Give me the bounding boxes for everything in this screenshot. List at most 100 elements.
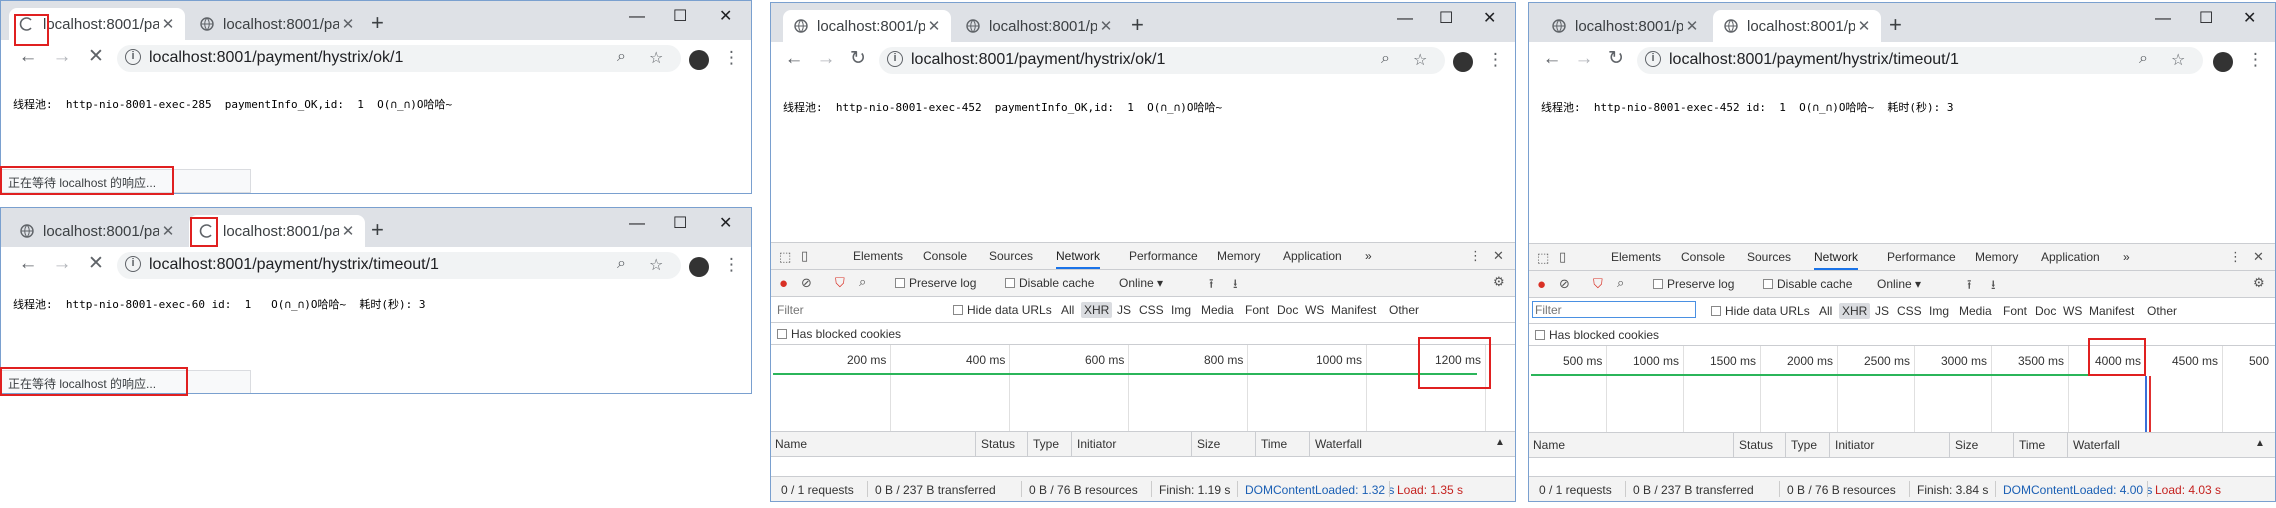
address-bar[interactable]: i localhost:8001/payment/hystrix/timeout… [1637,47,2203,74]
column-name[interactable]: Name [1533,438,1565,452]
hide-data-urls-checkbox[interactable]: Hide data URLs [1711,304,1810,318]
devtools-tab-elements[interactable]: Elements [853,249,903,263]
back-icon[interactable]: ← [17,46,39,68]
export-har-icon[interactable]: ⭳ [1233,275,1238,297]
zoom-icon[interactable]: ⌕ [617,255,626,273]
preserve-log-checkbox[interactable]: Preserve log [1653,277,1734,291]
devtools-tab-application[interactable]: Application [1283,249,1342,263]
menu-icon[interactable]: ⋮ [723,255,740,275]
throttling-select[interactable]: Online ▾ [1119,276,1163,290]
tab-close-icon[interactable]: ✕ [1097,17,1115,35]
type-filter-ws[interactable]: WS [1305,303,1324,317]
type-filter-media[interactable]: Media [1959,304,1992,318]
devtools-tab-memory[interactable]: Memory [1217,249,1260,263]
back-icon[interactable]: ← [17,253,39,275]
type-filter-doc[interactable]: Doc [1277,303,1298,317]
close-window-icon[interactable]: ✕ [719,9,732,25]
has-blocked-cookies-checkbox[interactable]: Has blocked cookies [1535,328,1659,342]
devtools-close-icon[interactable]: ✕ [1493,248,1504,264]
devtools-menu-icon[interactable]: ⋮ [2229,249,2242,265]
type-filter-js[interactable]: JS [1875,304,1889,318]
info-icon[interactable]: i [1645,51,1661,67]
devtools-tab-performance[interactable]: Performance [1129,249,1198,263]
type-filter-doc[interactable]: Doc [2035,304,2056,318]
export-har-icon[interactable]: ⭳ [1991,276,1996,298]
column-status[interactable]: Status [981,437,1015,451]
zoom-icon[interactable]: ⌕ [617,48,626,66]
address-url[interactable]: localhost:8001/payment/hystrix/ok/1 [911,51,1165,69]
type-filter-img[interactable]: Img [1929,304,1949,318]
bookmark-star-icon[interactable]: ☆ [2171,50,2185,70]
type-filter-img[interactable]: Img [1171,303,1191,317]
devtools-menu-icon[interactable]: ⋮ [1469,248,1482,264]
close-window-icon[interactable]: ✕ [719,216,732,232]
new-tab-icon[interactable]: + [1889,14,1902,36]
forward-icon[interactable]: → [815,48,837,70]
back-icon[interactable]: ← [1541,48,1563,70]
maximize-icon[interactable]: ☐ [2199,11,2213,27]
sort-ascending-icon[interactable]: ▲ [2255,438,2265,449]
close-window-icon[interactable]: ✕ [2243,11,2256,27]
tab-close-icon[interactable]: ✕ [925,17,943,35]
devtools-tab-sources[interactable]: Sources [1747,250,1791,264]
forward-icon[interactable]: → [1573,48,1595,70]
disable-cache-checkbox[interactable]: Disable cache [1005,276,1094,290]
address-bar[interactable]: i localhost:8001/payment/hystrix/ok/1 ⌕ … [117,45,681,72]
import-har-icon[interactable]: ⭱ [1209,275,1214,297]
preserve-log-checkbox[interactable]: Preserve log [895,276,976,290]
forward-icon[interactable]: → [51,46,73,68]
tab-active[interactable]: localhost:8001/pa ✕ [783,10,951,42]
filter-icon[interactable]: ⛉ [1593,276,1603,292]
filter-input[interactable] [775,301,943,319]
column-waterfall[interactable]: Waterfall [1315,437,1362,451]
bookmark-star-icon[interactable]: ☆ [649,255,663,275]
minimize-icon[interactable]: — [629,9,645,25]
address-url[interactable]: localhost:8001/payment/hystrix/timeout/1 [1669,51,1959,69]
type-filter-xhr[interactable]: XHR [1081,302,1113,318]
type-filter-other[interactable]: Other [1389,303,1419,317]
back-icon[interactable]: ← [783,48,805,70]
tab-inactive[interactable]: localhost:8001/pa ✕ [955,10,1123,42]
type-filter-manifest[interactable]: Manifest [1331,303,1376,317]
import-har-icon[interactable]: ⭱ [1967,276,1972,298]
type-filter-other[interactable]: Other [2147,304,2177,318]
minimize-icon[interactable]: — [629,216,645,232]
bookmark-star-icon[interactable]: ☆ [649,48,663,68]
column-time[interactable]: Time [1261,437,1287,451]
maximize-icon[interactable]: ☐ [673,9,687,25]
column-waterfall[interactable]: Waterfall [2073,438,2120,452]
device-toolbar-icon[interactable]: ▯ [801,248,808,264]
reload-icon[interactable]: ↻ [1605,48,1627,70]
tab-close-icon[interactable]: ✕ [159,222,177,240]
devtools-close-icon[interactable]: ✕ [2253,249,2264,265]
minimize-icon[interactable]: — [2155,11,2171,27]
clear-icon[interactable]: ⊘ [1559,276,1570,292]
column-type[interactable]: Type [1033,437,1059,451]
type-filter-css[interactable]: CSS [1139,303,1164,317]
record-icon[interactable]: ● [779,275,788,292]
column-initiator[interactable]: Initiator [1835,438,1874,452]
type-filter-ws[interactable]: WS [2063,304,2082,318]
devtools-tab-console[interactable]: Console [1681,250,1725,264]
settings-gear-icon[interactable]: ⚙ [1493,274,1505,290]
menu-icon[interactable]: ⋮ [1487,50,1504,70]
maximize-icon[interactable]: ☐ [1439,11,1453,27]
close-window-icon[interactable]: ✕ [1483,11,1496,27]
type-filter-all[interactable]: All [1819,304,1832,318]
tab-inactive[interactable]: localhost:8001/pa ✕ [1541,10,1709,42]
info-icon[interactable]: i [125,256,141,272]
type-filter-manifest[interactable]: Manifest [2089,304,2134,318]
avatar[interactable] [689,50,709,70]
column-time[interactable]: Time [2019,438,2045,452]
disable-cache-checkbox[interactable]: Disable cache [1763,277,1852,291]
menu-icon[interactable]: ⋮ [723,48,740,68]
zoom-icon[interactable]: ⌕ [1381,50,1390,68]
type-filter-font[interactable]: Font [2003,304,2027,318]
type-filter-css[interactable]: CSS [1897,304,1922,318]
inspect-element-icon[interactable]: ⬚ [779,249,791,265]
throttling-select[interactable]: Online ▾ [1877,277,1921,291]
address-url[interactable]: localhost:8001/payment/hystrix/timeout/1 [149,256,439,274]
maximize-icon[interactable]: ☐ [673,216,687,232]
devtools-more-tabs[interactable]: » [2123,250,2130,264]
new-tab-icon[interactable]: + [1131,14,1144,36]
